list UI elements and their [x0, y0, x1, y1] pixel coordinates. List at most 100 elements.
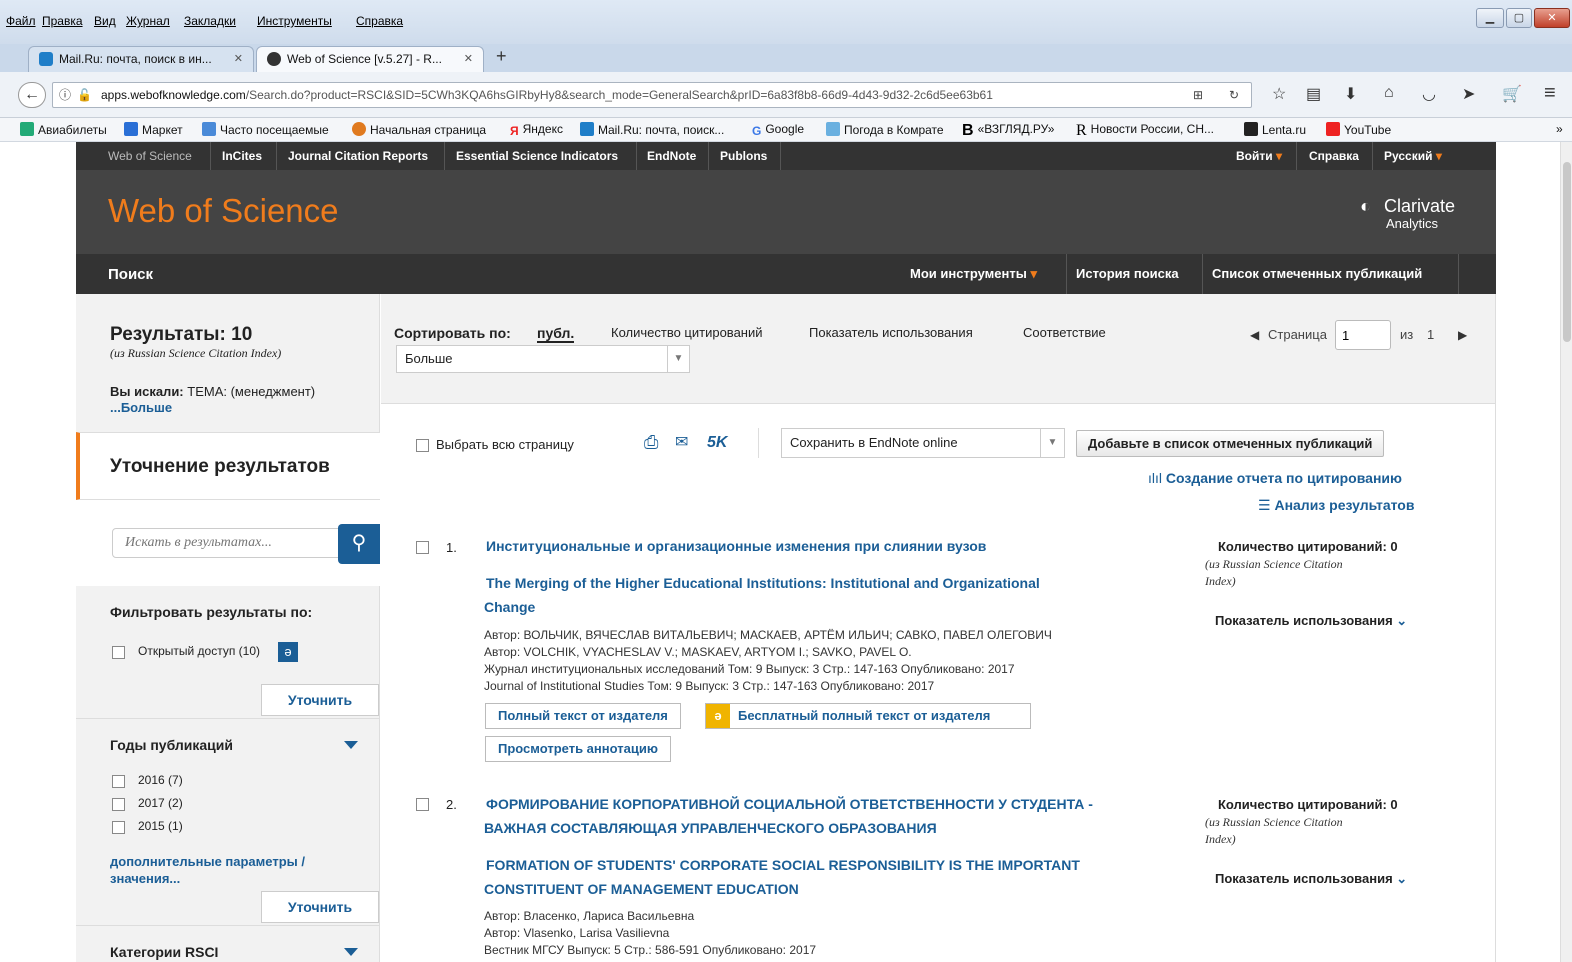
year-checkbox[interactable]: [112, 775, 125, 788]
select-all-checkbox[interactable]: [416, 439, 429, 452]
tab-close-icon[interactable]: ✕: [464, 47, 473, 71]
result-checkbox[interactable]: [416, 541, 429, 554]
menu-help[interactable]: Справка: [356, 14, 403, 28]
url-input[interactable]: ⓘ 🔓 apps.webofknowledge.com/Search.do?pr…: [52, 82, 1252, 108]
nav-jcr[interactable]: Journal Citation Reports: [288, 149, 428, 163]
my-tools-menu[interactable]: Мои инструменты ▾: [910, 266, 1037, 282]
nav-endnote[interactable]: EndNote: [647, 149, 696, 163]
years-collapse-icon[interactable]: [344, 741, 358, 749]
cart-icon[interactable]: 🛒: [1502, 84, 1522, 104]
reading-list-icon[interactable]: ▤: [1306, 84, 1321, 104]
page-input[interactable]: [1335, 320, 1391, 350]
result-title-ru[interactable]: ФОРМИРОВАНИЕ КОРПОРАТИВНОЙ СОЦИАЛЬНОЙ ОТ…: [486, 792, 1093, 816]
tab-wos[interactable]: Web of Science [v.5.27] - R... ✕: [256, 46, 484, 72]
bookmark-news[interactable]: R Новости России, СН...: [1076, 122, 1214, 139]
login-link[interactable]: Войти ▾: [1236, 149, 1282, 163]
year-checkbox[interactable]: [112, 798, 125, 811]
search-link[interactable]: Поиск: [108, 266, 153, 283]
hamburger-menu-icon[interactable]: ≡: [1544, 82, 1556, 105]
search-icon[interactable]: ⚲: [338, 524, 380, 564]
analyze-results-link[interactable]: ☰ Анализ результатов: [1258, 497, 1414, 514]
pocket-icon[interactable]: ◡: [1422, 84, 1436, 104]
marked-list-link[interactable]: Список отмеченных публикаций: [1212, 266, 1422, 281]
tab-close-icon[interactable]: ✕: [234, 47, 243, 71]
full-text-button[interactable]: Полный текст от издателя: [485, 703, 681, 729]
bookmark-market[interactable]: Маркет: [124, 122, 183, 137]
refine-button[interactable]: Уточнить: [261, 684, 379, 716]
view-abstract-button[interactable]: Просмотреть аннотацию: [485, 736, 671, 762]
more-query-link[interactable]: ...Больше: [110, 400, 172, 415]
nav-publons[interactable]: Publons: [720, 149, 767, 163]
result-checkbox[interactable]: [416, 798, 429, 811]
bookmark-start-page[interactable]: Начальная страница: [352, 122, 486, 137]
citation-report-link[interactable]: ılıl Создание отчета по цитированию: [1148, 470, 1402, 486]
language-select[interactable]: Русский ▾: [1384, 149, 1442, 163]
save-to-select[interactable]: Сохранить в EndNote online ▼: [781, 428, 1065, 458]
year-checkbox[interactable]: [112, 821, 125, 834]
citation-count[interactable]: Количество цитирований: 0: [1218, 797, 1398, 812]
refine-search-input[interactable]: [112, 528, 340, 558]
tab-mailru[interactable]: Mail.Ru: почта, поиск в ин... ✕: [28, 46, 254, 72]
prev-page-icon[interactable]: ◀: [1250, 328, 1259, 342]
result-title-ru-cont[interactable]: ВАЖНАЯ СОСТАВЛЯЮЩАЯ УПРАВЛЕНЧЕСКОГО ОБРА…: [484, 816, 937, 840]
sort-option-usage[interactable]: Показатель использования: [809, 325, 973, 340]
result-title-ru[interactable]: Институциональные и организационные изме…: [486, 534, 986, 558]
sort-more-select[interactable]: Больше ▼: [396, 345, 690, 373]
home-icon[interactable]: ⌂: [1384, 84, 1394, 102]
nav-esi[interactable]: Essential Science Indicators: [456, 149, 618, 163]
bookmark-mailru[interactable]: Mail.Ru: почта, поиск...: [580, 122, 724, 137]
bookmark-yandex[interactable]: Я Яндекс: [510, 122, 563, 138]
site-info-icon[interactable]: ⓘ: [59, 83, 71, 107]
nav-wos[interactable]: Web of Science: [108, 149, 192, 163]
nav-incites[interactable]: InCites: [222, 149, 262, 163]
new-tab-button[interactable]: +: [496, 46, 507, 67]
reader-icon[interactable]: ⊞: [1193, 83, 1203, 107]
bookmark-lenta[interactable]: Lenta.ru: [1244, 122, 1306, 137]
bookmark-weather[interactable]: Погода в Комрате: [826, 122, 944, 137]
free-full-text-button[interactable]: ə Бесплатный полный текст от издателя: [705, 703, 1031, 729]
menu-bookmarks[interactable]: Закладки: [184, 14, 236, 28]
send-icon[interactable]: ➤: [1462, 84, 1475, 104]
result-title-en[interactable]: FORMATION OF STUDENTS' CORPORATE SOCIAL …: [486, 853, 1080, 877]
5k-export-button[interactable]: 5K: [707, 434, 727, 452]
menu-file[interactable]: Файл: [6, 14, 36, 28]
minimize-icon[interactable]: ▁: [1476, 8, 1504, 28]
menu-tools[interactable]: Инструменты: [257, 14, 332, 28]
email-icon[interactable]: ✉: [675, 432, 688, 452]
usage-count-toggle[interactable]: Показатель использования ⌄: [1215, 613, 1407, 629]
close-window-icon[interactable]: ✕: [1534, 8, 1570, 28]
bookmark-aviabilety[interactable]: Авиабилеты: [20, 122, 107, 137]
menu-edit[interactable]: Правка: [42, 14, 83, 28]
open-access-checkbox[interactable]: [112, 646, 125, 659]
menu-history[interactable]: Журнал: [126, 14, 170, 28]
sort-option-relevance[interactable]: Соответствие: [1023, 325, 1106, 340]
next-page-icon[interactable]: ▶: [1458, 328, 1467, 342]
bookmark-google[interactable]: G Google: [752, 122, 804, 138]
usage-count-toggle[interactable]: Показатель использования ⌄: [1215, 871, 1407, 887]
search-history-link[interactable]: История поиска: [1076, 266, 1179, 281]
page-scrollbar[interactable]: [1560, 142, 1572, 962]
bookmark-vzglyad[interactable]: B «ВЗГЛЯД.РУ»: [962, 122, 1054, 139]
sort-option-pub[interactable]: публ.: [537, 325, 575, 343]
help-link[interactable]: Справка: [1309, 149, 1359, 163]
categories-collapse-icon[interactable]: [344, 948, 358, 956]
reload-icon[interactable]: ↻: [1229, 83, 1239, 107]
maximize-icon[interactable]: ▢: [1506, 8, 1532, 28]
wos-logo[interactable]: Web of Science: [108, 192, 339, 230]
more-params-link[interactable]: дополнительные параметры / значения...: [110, 853, 350, 887]
download-icon[interactable]: ⬇: [1344, 84, 1357, 104]
menu-view[interactable]: Вид: [94, 14, 116, 28]
bookmark-most-visited[interactable]: Часто посещаемые: [202, 122, 329, 137]
bookmark-youtube[interactable]: YouTube: [1326, 122, 1391, 137]
result-title-en-cont[interactable]: Change: [484, 595, 535, 619]
citation-count[interactable]: Количество цитирований: 0: [1218, 539, 1398, 554]
refine-button[interactable]: Уточнить: [261, 891, 379, 923]
result-title-en[interactable]: The Merging of the Higher Educational In…: [486, 571, 1040, 595]
back-icon[interactable]: ←: [18, 82, 46, 108]
result-title-en-cont[interactable]: CONSTITUENT OF MANAGEMENT EDUCATION: [484, 877, 799, 901]
bookmarks-overflow-icon[interactable]: »: [1556, 122, 1563, 136]
add-to-marked-button[interactable]: Добавьте в список отмеченных публикаций: [1076, 430, 1385, 457]
bookmark-star-icon[interactable]: ☆: [1272, 84, 1286, 104]
scrollbar-thumb[interactable]: [1563, 162, 1571, 342]
print-icon[interactable]: ⎙: [644, 432, 658, 453]
